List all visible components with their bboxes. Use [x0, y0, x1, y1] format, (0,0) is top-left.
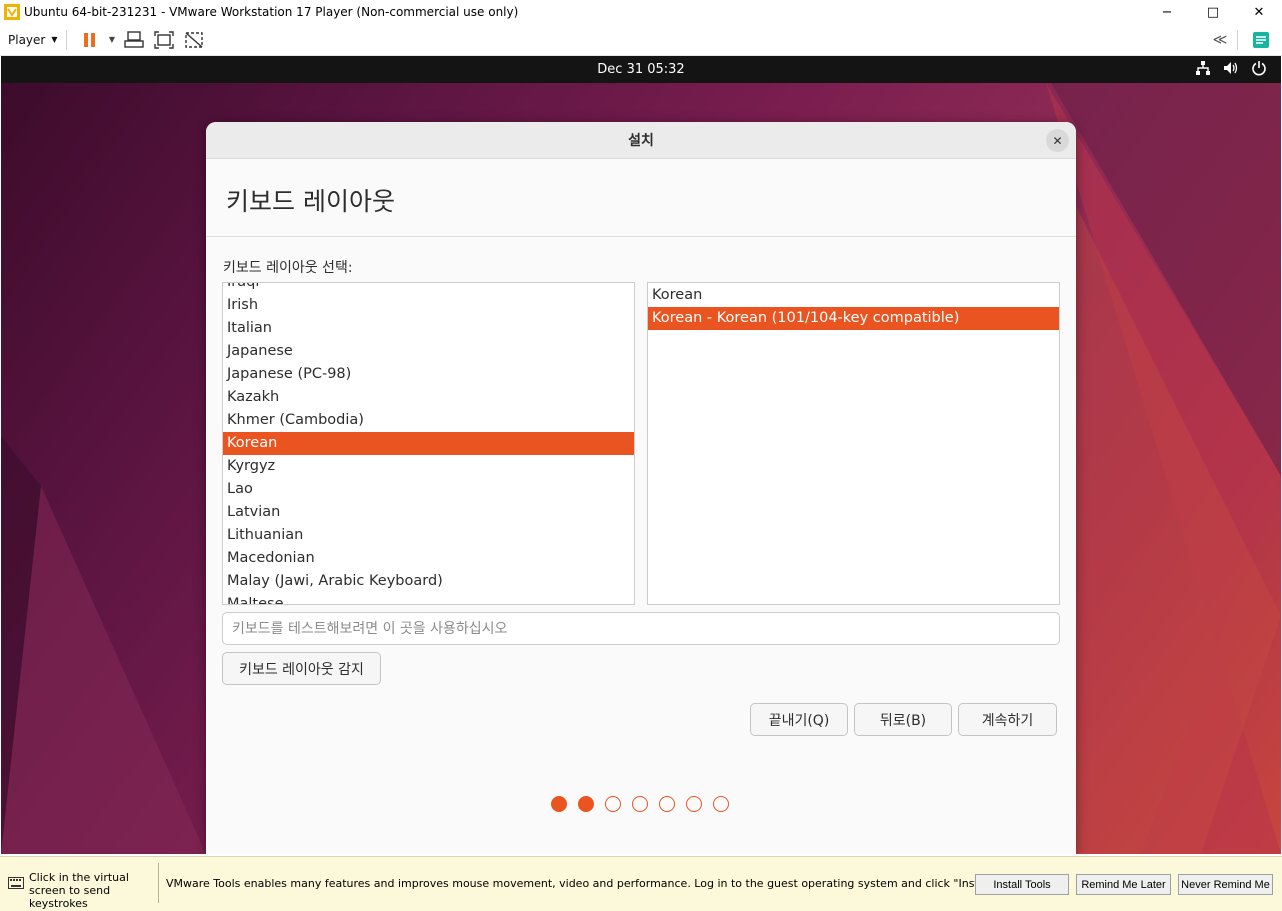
keyboard-variant-list[interactable]: Korean Korean - Korean (101/104-key compa…	[647, 282, 1060, 605]
heading-divider	[206, 236, 1076, 237]
window-title: Ubuntu 64-bit-231231 - VMware Workstatio…	[24, 5, 519, 19]
volume-icon	[1224, 62, 1238, 74]
tools-message: VMware Tools enables many features and i…	[166, 877, 1031, 890]
chevron-down-icon: ▼	[51, 35, 58, 44]
pause-icon	[84, 32, 95, 47]
list-item[interactable]: Irish	[223, 294, 634, 317]
window-titlebar: Ubuntu 64-bit-231231 - VMware Workstatio…	[0, 0, 1282, 24]
toolbar-separator	[66, 29, 67, 50]
keystroke-hint: Click in the virtual screen to send keys…	[29, 871, 129, 910]
remind-later-button[interactable]: Remind Me Later	[1076, 874, 1171, 895]
installer-window: 설치 ✕ 키보드 레이아웃 키보드 레이아웃 선택: Iraqi Irish Ita…	[206, 122, 1076, 854]
list-item[interactable]: Lao	[223, 478, 634, 501]
player-menu-label: Player	[8, 32, 46, 47]
list-item[interactable]: Korean - Korean (101/104-key compatible)	[648, 307, 1059, 330]
list-item[interactable]: Korean	[223, 432, 634, 455]
player-menu[interactable]: Player ▼	[0, 33, 64, 47]
progress-dot	[686, 796, 702, 812]
system-tray[interactable]	[1195, 60, 1267, 76]
list-item[interactable]: Iraqi	[223, 283, 634, 294]
guest-screen[interactable]: Dec 31 05:32 설치 ✕ 키보드 레이아웃 키보드 레이아웃 선택: …	[1, 56, 1281, 854]
progress-dot	[713, 796, 729, 812]
progress-dot	[605, 796, 621, 812]
vmware-app-icon	[4, 4, 20, 20]
installer-title: 설치	[628, 133, 654, 149]
clock[interactable]: Dec 31 05:32	[597, 62, 684, 77]
unity-button[interactable]	[179, 25, 209, 55]
ubuntu-top-bar: Dec 31 05:32	[1, 56, 1281, 83]
list-item[interactable]: Kazakh	[223, 386, 634, 409]
list-item[interactable]: Khmer (Cambodia)	[223, 409, 634, 432]
notes-button[interactable]	[1246, 25, 1276, 55]
installer-header: 설치 ✕	[206, 122, 1076, 159]
close-icon: ✕	[1052, 133, 1063, 148]
keyboard-layout-rows: Iraqi Irish Italian Japanese Japanese (PC-98…	[223, 283, 634, 604]
keyboard-test-input[interactable]	[222, 612, 1060, 645]
detect-layout-button[interactable]: 키보드 레이아웃 감지	[222, 652, 381, 685]
list-item[interactable]: Maltese	[223, 593, 634, 604]
list-item[interactable]: Malay (Jawi, Arabic Keyboard)	[223, 570, 634, 593]
maximize-button[interactable]: □	[1190, 0, 1236, 24]
progress-dot	[659, 796, 675, 812]
never-remind-button[interactable]: Never Remind Me	[1178, 874, 1273, 895]
list-item[interactable]: Italian	[223, 317, 634, 340]
back-button[interactable]: 뒤로(B)	[854, 703, 952, 736]
fullscreen-button[interactable]	[149, 25, 179, 55]
list-item[interactable]: Japanese (PC-98)	[223, 363, 634, 386]
progress-dot	[551, 796, 567, 812]
installer-close-button[interactable]: ✕	[1046, 129, 1069, 152]
progress-dot	[578, 796, 594, 812]
send-ctrl-alt-del-icon	[124, 30, 144, 48]
chevron-down-icon: ▼	[108, 35, 116, 44]
toolbar-separator	[1237, 29, 1238, 50]
list-item[interactable]: Latvian	[223, 501, 634, 524]
list-item[interactable]: Korean	[648, 284, 1059, 307]
vmware-toolbar: Player ▼ ▼ ≪	[0, 24, 1282, 56]
fullscreen-icon	[154, 30, 174, 49]
page-title: 키보드 레이아웃	[226, 187, 395, 216]
quit-button[interactable]: 끝내기(Q)	[750, 703, 848, 736]
keyboard-variant-rows: Korean Korean - Korean (101/104-key compa…	[648, 284, 1059, 330]
keyboard-icon	[8, 877, 24, 889]
unity-icon	[185, 31, 203, 48]
collapse-toolbar-button[interactable]: ≪	[1205, 25, 1235, 55]
layout-select-label: 키보드 레이아웃 선택:	[223, 260, 353, 276]
list-item[interactable]: Lithuanian	[223, 524, 634, 547]
collapse-icon: ≪	[1212, 31, 1228, 48]
notes-icon	[1253, 31, 1269, 48]
statusbar-separator	[158, 863, 159, 903]
power-dropdown-button[interactable]: ▼	[105, 25, 119, 55]
continue-button[interactable]: 계속하기	[958, 703, 1057, 736]
power-icon	[1252, 61, 1266, 76]
pause-button[interactable]	[75, 25, 105, 55]
keyboard-layout-list[interactable]: Iraqi Irish Italian Japanese Japanese (PC-98…	[222, 282, 635, 605]
list-item[interactable]: Macedonian	[223, 547, 634, 570]
progress-dot	[632, 796, 648, 812]
send-ctrl-alt-del-button[interactable]	[119, 25, 149, 55]
minimize-button[interactable]: −	[1144, 0, 1190, 24]
install-tools-button[interactable]: Install Tools	[975, 874, 1069, 895]
network-icon	[1196, 61, 1210, 75]
progress-indicator	[551, 796, 729, 812]
list-item[interactable]: Japanese	[223, 340, 634, 363]
vmware-tools-notification-bar: Click in the virtual screen to send keys…	[0, 856, 1282, 911]
close-window-button[interactable]: ✕	[1236, 0, 1282, 24]
list-item[interactable]: Kyrgyz	[223, 455, 634, 478]
